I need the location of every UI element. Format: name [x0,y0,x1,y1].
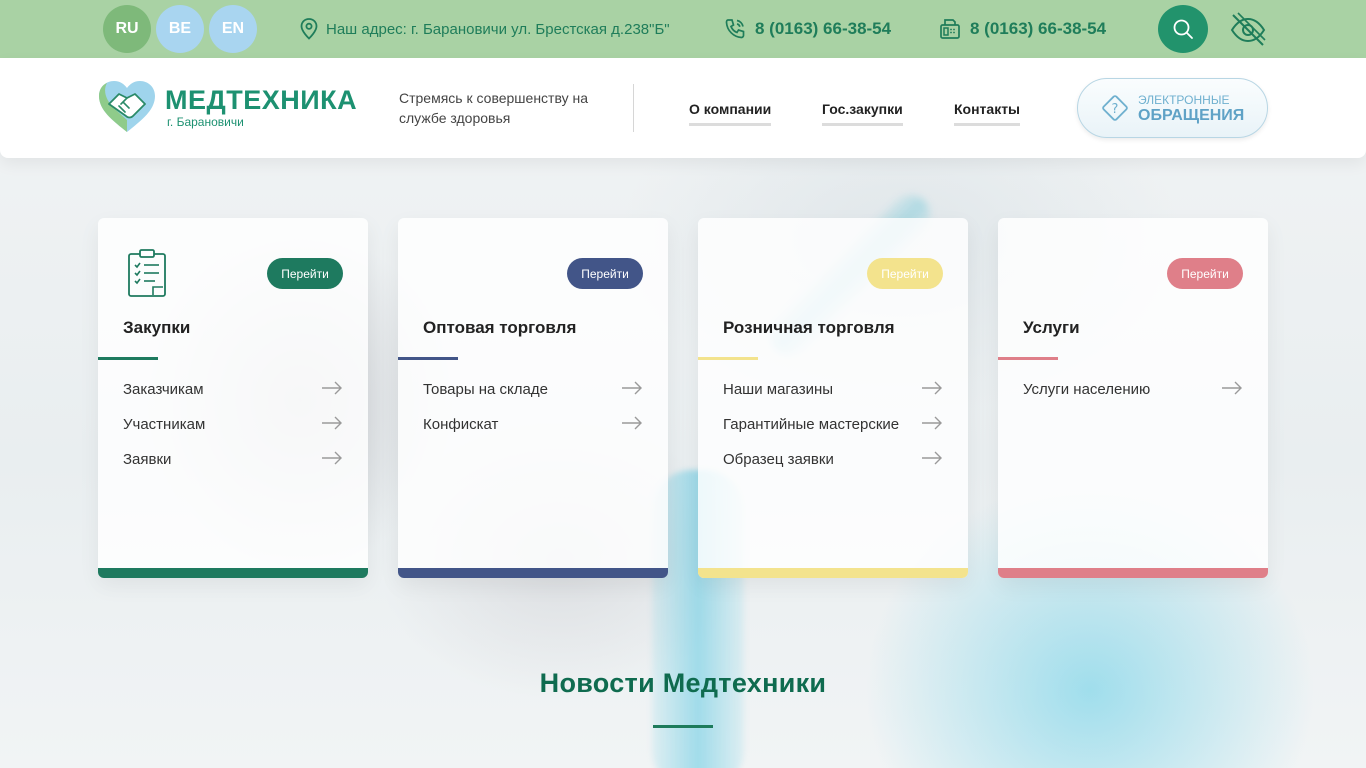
lang-be-button[interactable]: BE [156,5,204,53]
phone-link-1[interactable]: 8 (0163) 66-38-54 [723,16,891,42]
card-underline [998,357,1058,360]
card-link[interactable]: Заявки [123,451,343,486]
card-retail: Перейти Розничная торговля Наши магазины… [698,218,968,578]
news-section-title: Новости Медтехники [539,668,827,698]
logo-link[interactable]: МЕДТЕХНИКА г. Барановичи [97,80,357,134]
clipboard-checklist-icon [128,249,166,297]
card-underline [398,357,458,360]
card-link[interactable]: Гарантийные мастерские [723,416,943,451]
search-button[interactable] [1158,5,1208,53]
nav-gos-procurement[interactable]: Гос.закупки [822,101,903,126]
card-bottom-bar [98,568,368,578]
appeal-line2: ОБРАЩЕНИЯ [1138,107,1245,124]
card-services-title: Услуги [1023,318,1080,337]
logo-city: г. Барановичи [167,115,244,129]
arrow-right-icon [322,451,342,465]
card-link[interactable]: Участникам [123,416,343,451]
card-procurement-go-button[interactable]: Перейти [267,258,343,289]
lang-ru-button[interactable]: RU [103,5,151,53]
card-bottom-bar [398,568,668,578]
card-link[interactable]: Заказчикам [123,381,343,416]
card-link[interactable]: Товары на складе [423,381,643,416]
header-divider [633,84,634,132]
arrow-right-icon [622,416,642,430]
card-procurement-title: Закупки [123,318,191,337]
news-title-underline [653,725,713,728]
card-wholesale-go-button[interactable]: Перейти [567,258,643,289]
svg-text:?: ? [1112,102,1119,117]
phone-number-2: 8 (0163) 66-38-54 [970,19,1107,38]
electronic-appeals-button[interactable]: ? ЭЛЕКТРОННЫЕ ОБРАЩЕНИЯ [1077,78,1268,138]
card-link[interactable]: Образец заявки [723,451,943,486]
card-link[interactable]: Конфискат [423,416,643,451]
eye-off-icon [1230,12,1266,46]
card-underline [98,357,158,360]
card-bottom-bar [698,568,968,578]
slogan: Стремясь к совершенству на службе здоров… [399,90,588,126]
card-bottom-bar [998,568,1268,578]
card-link[interactable]: Услуги населению [1023,381,1243,416]
card-link[interactable]: Наши магазины [723,381,943,416]
card-services: Перейти Услуги Услуги населению [998,218,1268,578]
nav-contacts[interactable]: Контакты [954,101,1021,126]
card-underline [698,357,758,360]
arrow-right-icon [322,381,342,395]
search-icon [1173,19,1193,39]
phone-number-1: 8 (0163) 66-38-54 [755,19,892,38]
card-wholesale-title: Оптовая торговля [423,318,577,337]
fax-icon [940,19,960,39]
accessibility-button[interactable] [1228,10,1268,50]
arrow-right-icon [922,416,942,430]
address-text: Наш адрес: г. Барановичи ул. Брестская д… [326,20,670,38]
heart-handshake-icon [99,81,155,132]
main-header: МЕДТЕХНИКА г. Барановичи Стремясь к сове… [0,58,1366,158]
nav-about[interactable]: О компании [689,101,772,126]
card-retail-title: Розничная торговля [723,318,895,337]
logo-name: МЕДТЕХНИКА [165,85,358,115]
arrow-right-icon [922,381,942,395]
phone-link-2[interactable]: 8 (0163) 66-38-54 [938,16,1106,42]
top-bar: RU BE EN Наш адрес: г. Барановичи ул. Бр… [0,0,1366,58]
appeal-line1: ЭЛЕКТРОННЫЕ [1138,93,1230,107]
arrow-right-icon [622,381,642,395]
address: Наш адрес: г. Барановичи ул. Брестская д… [300,17,670,41]
arrow-right-icon [1222,381,1242,395]
arrow-right-icon [322,416,342,430]
arrow-right-icon [922,451,942,465]
phone-icon [725,19,745,39]
location-pin-icon [300,18,318,40]
card-retail-go-button[interactable]: Перейти [867,258,943,289]
card-services-go-button[interactable]: Перейти [1167,258,1243,289]
card-wholesale: Перейти Оптовая торговля Товары на склад… [398,218,668,578]
question-diamond-icon: ? [1102,95,1128,121]
card-procurement: Перейти Закупки Заказчикам Участникам За… [98,218,368,578]
lang-en-button[interactable]: EN [209,5,257,53]
